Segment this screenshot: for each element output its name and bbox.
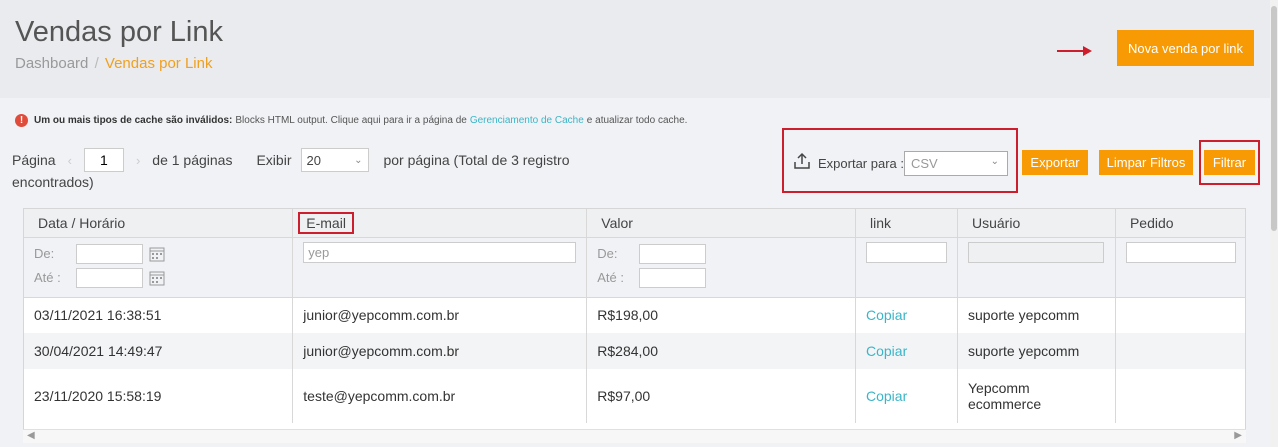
email-filter-input[interactable]: yep [303, 241, 577, 263]
usuario-filter-input [967, 241, 1104, 263]
export-button[interactable]: Exportar [1022, 150, 1088, 175]
row-valor: R$198,00 [586, 297, 856, 333]
date-from-label: De: [34, 246, 55, 261]
valor-to-input[interactable] [639, 267, 707, 288]
cache-management-link[interactable]: Gerenciamento de Cache [470, 115, 584, 126]
vertical-scrollbar[interactable] [1270, 0, 1278, 447]
error-icon: ! [15, 114, 28, 127]
scroll-left-icon[interactable]: ◀ [27, 430, 35, 441]
column-date[interactable]: Data / Horário [24, 209, 294, 238]
row-date: 03/11/2021 16:38:51 [24, 297, 294, 333]
per-page-text: por página (Total de 3 registro [383, 152, 570, 168]
new-sale-button[interactable]: Nova venda por link [1117, 30, 1254, 66]
scroll-right-icon[interactable]: ▶ [1234, 430, 1242, 441]
table-row: 30/04/2021 14:49:47 junior@yepcomm.com.b… [24, 333, 1245, 369]
column-valor[interactable]: Valor [586, 209, 856, 238]
breadcrumb: Dashboard / Vendas por Link [15, 55, 212, 72]
copy-link[interactable]: Copiar [866, 388, 907, 404]
pedido-filter-input[interactable] [1125, 241, 1236, 263]
pager: Página ‹ › de 1 páginas Exibir 20 ⌄ por … [12, 148, 612, 190]
chevron-down-icon: ⌄ [354, 154, 363, 166]
page-label: Página [12, 152, 56, 168]
scrollbar-thumb[interactable] [1271, 6, 1277, 231]
row-email: teste@yepcomm.com.br [292, 369, 588, 423]
column-link[interactable]: link [855, 209, 958, 238]
copy-link[interactable]: Copiar [866, 343, 907, 359]
cache-notice-title: Um ou mais tipos de cache são inválidos: [34, 115, 233, 126]
date-from-input[interactable] [76, 243, 143, 264]
row-date: 30/04/2021 14:49:47 [24, 333, 294, 369]
export-label: Exportar para : [818, 156, 904, 171]
row-pedido [1115, 333, 1245, 369]
filter-row: De: Até : yep De: Até : [24, 237, 1245, 298]
column-email-header[interactable]: E-mail [292, 209, 588, 238]
clear-filters-button[interactable]: Limpar Filtros [1099, 150, 1193, 175]
page-input[interactable] [83, 148, 124, 172]
filter-button[interactable]: Filtrar [1204, 150, 1255, 175]
breadcrumb-separator: / [94, 55, 99, 72]
cache-notice-text-end: e atualizar todo cache. [586, 115, 688, 126]
valor-from-label: De: [597, 246, 618, 261]
breadcrumb-current: Vendas por Link [104, 55, 213, 72]
main-content: ! Um ou mais tipos de cache são inválido… [0, 98, 1278, 447]
cache-notice: ! Um ou mais tipos de cache são inválido… [15, 114, 687, 127]
export-format-select[interactable]: CSV ⌄ [904, 151, 1008, 176]
row-pedido [1115, 369, 1245, 423]
cache-notice-text: Blocks HTML output. Clique aqui para ir … [235, 115, 467, 126]
per-page-value: 20 [306, 152, 321, 168]
export-highlight: Exportar para : CSV ⌄ [782, 128, 1018, 193]
breadcrumb-dashboard[interactable]: Dashboard [15, 55, 88, 72]
row-date: 23/11/2020 15:58:19 [24, 369, 294, 423]
page-header: Vendas por Link Dashboard / Vendas por L… [0, 0, 1278, 98]
row-pedido [1115, 297, 1245, 333]
sales-grid: Data / Horário E-mail Valor link Usuário… [23, 208, 1246, 443]
copy-link[interactable]: Copiar [866, 307, 907, 323]
table-row: 03/11/2021 16:38:51 junior@yepcomm.com.b… [24, 297, 1245, 333]
arrow-right-icon [1057, 46, 1092, 56]
row-email: junior@yepcomm.com.br [292, 297, 588, 333]
page-count: de 1 páginas [152, 152, 233, 168]
per-page-select[interactable]: 20 ⌄ [301, 148, 370, 172]
chevron-down-icon: ⌄ [990, 156, 999, 167]
horizontal-scrollbar[interactable]: ◀ ▶ [23, 429, 1246, 443]
row-usuario: suporte yepcomm [957, 297, 1116, 333]
date-to-input[interactable] [76, 267, 143, 288]
column-pedido[interactable]: Pedido [1115, 209, 1245, 238]
valor-to-label: Até : [597, 270, 625, 285]
column-usuario[interactable]: Usuário [957, 209, 1116, 238]
calendar-icon[interactable] [149, 270, 165, 286]
calendar-icon[interactable] [149, 246, 165, 262]
table-row: 23/11/2020 15:58:19 teste@yepcomm.com.br… [24, 369, 1245, 423]
row-usuario: suporte yepcomm [957, 333, 1116, 369]
show-label: Exibir [256, 152, 292, 168]
link-filter-input[interactable] [865, 241, 947, 263]
upload-icon [794, 152, 810, 169]
row-email: junior@yepcomm.com.br [292, 333, 588, 369]
column-email: E-mail [298, 211, 354, 234]
row-usuario: Yepcomm ecommerce [967, 380, 1042, 412]
date-to-label: Até : [34, 270, 61, 285]
records-found: encontrados) [12, 174, 94, 190]
prev-page-icon[interactable]: ‹ [68, 153, 72, 168]
page-title: Vendas por Link [15, 16, 223, 48]
row-valor: R$97,00 [586, 369, 856, 423]
next-page-icon[interactable]: › [136, 153, 140, 168]
export-format-value: CSV [911, 156, 938, 171]
valor-from-input[interactable] [639, 243, 707, 264]
row-valor: R$284,00 [586, 333, 856, 369]
